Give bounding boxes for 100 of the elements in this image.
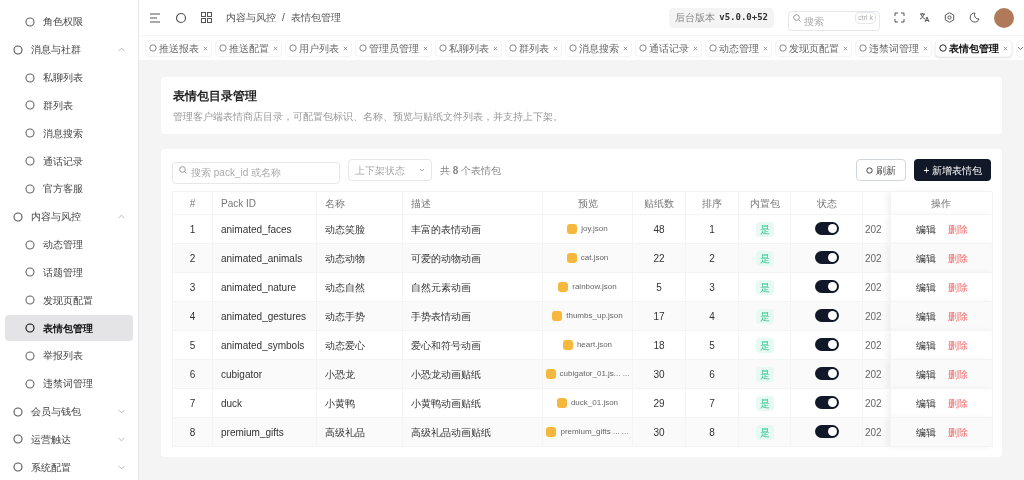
circle-icon [439,44,447,52]
circle-icon [25,100,35,111]
close-icon[interactable] [1003,45,1008,51]
builtin-tag: 是 [755,395,774,411]
tab[interactable]: 通话记录 [635,39,702,57]
tab[interactable]: 推送配置 [215,39,282,57]
sidebar-item[interactable]: 表情包管理 [5,315,133,341]
breadcrumb-item[interactable]: 内容与风控 [226,10,276,25]
edit-link[interactable]: 编辑 [915,337,936,353]
close-icon[interactable] [923,45,928,51]
sidebar-item[interactable]: 私聊列表 [5,64,133,91]
table-cell: 202 [862,417,891,447]
toggle-switch[interactable] [814,424,839,438]
chevron-down-icon [118,436,125,442]
add-pack-button[interactable]: + 新增表情包 [914,159,991,181]
sidebar-item[interactable]: 发现页配置 [5,287,133,314]
table-cell: animated_gestures [212,301,317,331]
tab[interactable]: 私聊列表 [435,39,502,57]
edit-link[interactable]: 编辑 [915,250,936,266]
table-cell: 动态爱心 [316,330,403,360]
tab[interactable]: 群列表 [505,39,562,57]
tab[interactable]: 违禁词管理 [855,39,932,57]
edit-link[interactable]: 编辑 [915,424,936,440]
table-cell: 高级礼品 [316,417,403,447]
close-icon[interactable] [763,45,768,51]
search-field[interactable]: 搜索 pack_id 或名称 [172,161,340,184]
edit-link[interactable]: 编辑 [915,279,936,295]
toggle-switch[interactable] [814,221,839,235]
column-header: Pack ID [212,191,317,215]
tab[interactable]: 发现页配置 [775,39,852,57]
column-header: 内置包 [738,191,791,215]
sidebar-item[interactable]: 角色权限 [5,9,133,35]
tab[interactable]: 推送报表 [145,39,212,57]
sidebar-item[interactable]: 话题管理 [5,259,133,286]
toggle-switch[interactable] [814,250,839,264]
breadcrumb-item[interactable]: / [282,10,285,25]
sticker-icon [558,282,569,292]
fullscreen-icon[interactable] [894,12,905,23]
sidebar-item[interactable]: 动态管理 [5,231,133,258]
sidebar-item[interactable]: 官方客服 [5,175,133,202]
edit-link[interactable]: 编辑 [915,395,936,411]
tab[interactable]: 管理员管理 [355,39,432,57]
preview-file: duck_01.json [570,397,619,409]
sidebar-group[interactable]: 系统配置 [5,454,133,480]
table-cell: 202 [862,301,891,331]
preview-file: thumbs_up.json [566,310,623,322]
sidebar-item[interactable]: 消息搜索 [5,120,133,147]
table-cell: 高级礼品动画贴纸 [402,417,543,447]
edit-link[interactable]: 编辑 [915,308,936,324]
edit-link[interactable]: 编辑 [915,221,936,237]
tab[interactable]: 用户列表 [285,39,352,57]
close-icon[interactable] [423,45,428,51]
edit-link[interactable]: 编辑 [915,366,936,382]
breadcrumb-item[interactable]: 表情包管理 [290,10,341,25]
close-icon[interactable] [623,45,628,51]
sidebar-item[interactable]: 通话记录 [5,148,133,174]
toggle-switch[interactable] [814,279,839,293]
sidebar-group[interactable]: 消息与社群 [5,36,133,63]
tab[interactable]: 消息搜索 [565,39,632,57]
menu-icon[interactable] [149,11,161,24]
toggle-switch[interactable] [814,308,839,322]
table-cell: cubigator [212,359,317,389]
sidebar-group[interactable]: 会员与钱包 [5,398,133,425]
circle-icon [13,462,23,473]
preview-file: rainbow.json [572,281,617,293]
close-icon[interactable] [493,45,498,51]
tab[interactable]: 动态管理 [705,39,772,57]
circle-icon [25,72,35,83]
toggle-switch[interactable] [814,395,839,409]
close-icon[interactable] [553,45,558,51]
close-icon[interactable] [343,45,348,51]
moon-icon[interactable] [969,12,980,23]
table-cell: animated_nature [212,272,317,302]
translate-icon[interactable] [919,12,930,23]
settings-icon[interactable] [944,12,955,23]
sidebar-item[interactable]: 群列表 [5,92,133,119]
tab[interactable]: 表情包管理 [935,39,1012,57]
table-cell: 30 [632,359,686,389]
sidebar-group[interactable]: 运营触达 [5,426,133,453]
close-icon[interactable] [203,45,208,51]
table-cell: animated_faces [212,214,317,244]
tabs-dropdown[interactable] [1016,39,1024,57]
toggle-switch[interactable] [814,366,839,380]
avatar[interactable] [994,7,1014,28]
toggle-switch[interactable] [814,337,839,351]
grid-icon[interactable] [201,12,212,23]
circle-icon [939,44,947,52]
refresh-button[interactable]: 刷新 [856,159,907,181]
table-cell: 5 [632,272,686,302]
column-header: 排序 [685,191,739,215]
sidebar-group[interactable]: 内容与风控 [5,203,133,230]
close-icon[interactable] [693,45,698,51]
sidebar-item[interactable]: 举报列表 [5,342,133,369]
close-icon[interactable] [273,45,278,51]
table-cell: 4 [172,301,213,331]
table-cell: 7 [172,388,213,418]
sidebar-item[interactable]: 违禁词管理 [5,370,133,397]
close-icon[interactable] [843,45,848,51]
circle-icon [25,16,35,27]
table-cell: 202 [862,243,891,273]
